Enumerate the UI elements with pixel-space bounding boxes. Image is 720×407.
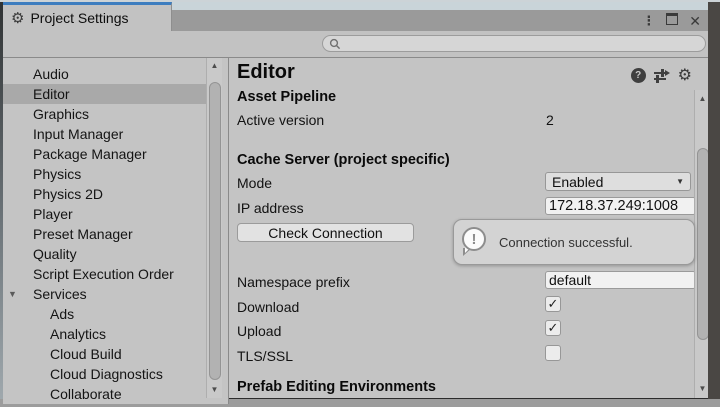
sidebar-item-label: Audio xyxy=(33,66,69,82)
mode-label: Mode xyxy=(237,175,272,191)
sidebar-item-label: Ads xyxy=(50,306,74,322)
section-heading-cache-server: Cache Server (project specific) xyxy=(237,152,450,168)
active-version-label: Active version xyxy=(237,112,324,128)
sidebar-item-label: Input Manager xyxy=(33,126,123,142)
titlebar: ⚙ Project Settings ⋮ ✕ xyxy=(3,2,708,31)
notification-bubble-icon: ! xyxy=(460,227,490,257)
tls-ssl-checkbox[interactable] xyxy=(545,345,561,361)
sidebar-item-quality[interactable]: Quality xyxy=(3,244,206,264)
checkmark-icon: ✓ xyxy=(548,321,559,334)
namespace-prefix-field[interactable]: default xyxy=(545,271,696,289)
content-area: Audio Editor Graphics Input Manager Pack… xyxy=(3,58,708,398)
sidebar-item-label: Cloud Build xyxy=(50,346,122,362)
namespace-prefix-label: Namespace prefix xyxy=(237,274,350,290)
help-icon[interactable]: ? xyxy=(631,68,646,83)
search-icon xyxy=(329,38,341,50)
gear-icon[interactable]: ⚙ xyxy=(678,67,692,83)
sidebar-item-script-execution-order[interactable]: Script Execution Order xyxy=(3,264,206,284)
close-icon[interactable]: ✕ xyxy=(689,14,701,28)
titlebar-accent-band xyxy=(172,2,708,10)
scroll-down-icon[interactable]: ▼ xyxy=(207,384,222,396)
sidebar-item-label: Physics xyxy=(33,166,81,182)
maximize-icon[interactable] xyxy=(666,13,678,29)
mode-dropdown-value: Enabled xyxy=(552,174,603,190)
sidebar-item-cloud-build[interactable]: Cloud Build xyxy=(3,344,206,364)
tab-project-settings[interactable]: ⚙ Project Settings xyxy=(3,2,172,31)
gear-icon: ⚙ xyxy=(11,11,24,26)
panel-header-icons: ? ⚙ xyxy=(631,67,692,83)
chevron-down-icon: ▼ xyxy=(676,177,684,186)
checkmark-icon: ✓ xyxy=(548,297,559,310)
download-checkbox[interactable]: ✓ xyxy=(545,296,561,312)
check-connection-button[interactable]: Check Connection xyxy=(237,223,414,242)
tab-title: Project Settings xyxy=(30,10,128,26)
sidebar-item-cloud-diagnostics[interactable]: Cloud Diagnostics xyxy=(3,364,206,384)
sidebar-item-label: Services xyxy=(33,286,87,302)
active-version-value: 2 xyxy=(546,112,554,128)
scroll-up-icon[interactable]: ▲ xyxy=(207,60,222,72)
sidebar-item-label: Package Manager xyxy=(33,146,147,162)
titlebar-controls: ⋮ ✕ xyxy=(172,10,708,31)
sidebar-item-label: Preset Manager xyxy=(33,226,133,242)
preset-icon[interactable] xyxy=(654,68,670,82)
toolbar xyxy=(3,31,708,58)
scrollbar-thumb[interactable] xyxy=(697,148,708,340)
search-field[interactable] xyxy=(322,35,706,52)
ip-address-label: IP address xyxy=(237,200,304,216)
mode-dropdown[interactable]: Enabled ▼ xyxy=(545,172,691,191)
desktop-right-strip xyxy=(708,2,720,399)
scroll-down-icon[interactable]: ▼ xyxy=(695,383,708,395)
sidebar-item-label: Player xyxy=(33,206,73,222)
sidebar-item-label: Script Execution Order xyxy=(33,266,174,282)
window-menu-icon[interactable]: ⋮ xyxy=(642,14,655,27)
download-label: Download xyxy=(237,299,299,315)
sidebar-item-physics[interactable]: Physics xyxy=(3,164,206,184)
ip-address-field[interactable]: 172.18.37.249:1008 xyxy=(545,197,696,215)
sidebar-item-ads[interactable]: Ads xyxy=(3,304,206,324)
scroll-up-icon[interactable]: ▲ xyxy=(695,93,708,105)
project-settings-window: ⚙ Project Settings ⋮ ✕ Audio Editor Grap… xyxy=(3,2,708,396)
editor-settings-panel: Editor ? ⚙ Asset Pipeline Active version… xyxy=(229,58,708,398)
sidebar-item-editor[interactable]: Editor xyxy=(3,84,206,104)
upload-checkbox[interactable]: ✓ xyxy=(545,320,561,336)
tls-ssl-label: TLS/SSL xyxy=(237,348,293,364)
upload-label: Upload xyxy=(237,323,281,339)
sidebar-item-label: Cloud Diagnostics xyxy=(50,366,163,382)
tooltip-text: Connection successful. xyxy=(499,235,633,250)
sidebar-item-label: Quality xyxy=(33,246,77,262)
sidebar-item-player[interactable]: Player xyxy=(3,204,206,224)
sidebar-item-analytics[interactable]: Analytics xyxy=(3,324,206,344)
main-scrollbar[interactable]: ▲ ▼ xyxy=(694,90,708,398)
connection-tooltip: ! Connection successful. xyxy=(453,219,695,265)
sidebar-item-preset-manager[interactable]: Preset Manager xyxy=(3,224,206,244)
section-heading-asset-pipeline: Asset Pipeline xyxy=(237,89,336,105)
sidebar-item-label: Editor xyxy=(33,86,70,102)
sidebar-item-label: Analytics xyxy=(50,326,106,342)
scrollbar-thumb[interactable] xyxy=(209,82,221,380)
sidebar-item-input-manager[interactable]: Input Manager xyxy=(3,124,206,144)
sidebar-item-physics-2d[interactable]: Physics 2D xyxy=(3,184,206,204)
page-title: Editor xyxy=(237,61,295,84)
settings-category-list: Audio Editor Graphics Input Manager Pack… xyxy=(3,58,229,404)
sidebar-item-graphics[interactable]: Graphics xyxy=(3,104,206,124)
section-heading-prefab-editing: Prefab Editing Environments xyxy=(237,379,436,395)
sidebar-item-audio[interactable]: Audio xyxy=(3,64,206,84)
sidebar-item-services[interactable]: ▼ Services xyxy=(3,284,206,304)
sidebar-item-label: Collaborate xyxy=(50,386,122,402)
search-input[interactable] xyxy=(345,36,699,52)
sidebar-item-collaborate[interactable]: Collaborate xyxy=(3,384,206,404)
foldout-expanded-icon[interactable]: ▼ xyxy=(8,284,17,304)
sidebar-item-label: Physics 2D xyxy=(33,186,103,202)
sidebar-item-label: Graphics xyxy=(33,106,89,122)
sidebar-scrollbar[interactable]: ▲ ▼ xyxy=(206,58,222,398)
sidebar-item-package-manager[interactable]: Package Manager xyxy=(3,144,206,164)
